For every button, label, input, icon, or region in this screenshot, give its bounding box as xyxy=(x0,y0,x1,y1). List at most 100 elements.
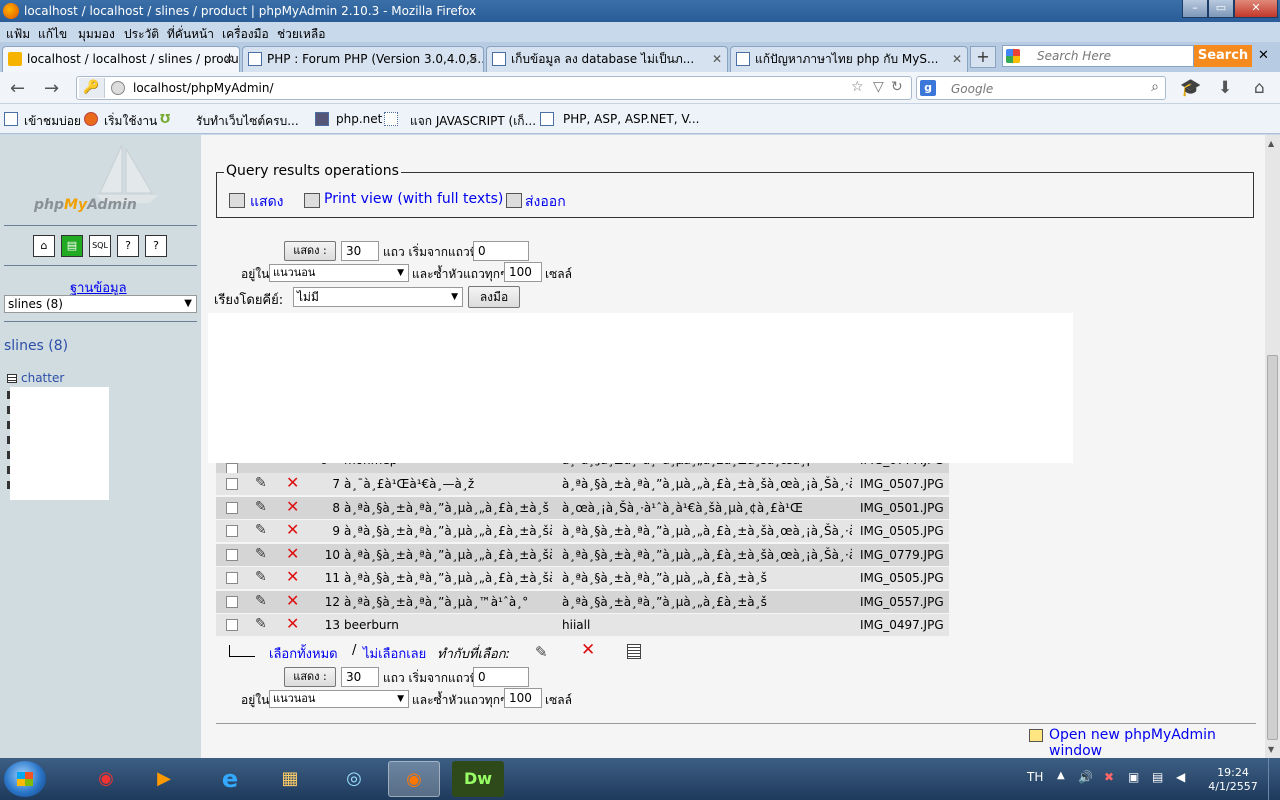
print-view-full-link[interactable]: Print view (with full texts) xyxy=(324,191,503,207)
language-indicator[interactable]: TH xyxy=(1027,770,1043,784)
google-search-box[interactable]: g Google ⌕ xyxy=(916,76,1166,100)
ie-taskbar-icon[interactable]: e xyxy=(204,761,256,797)
bookmark-php-net[interactable]: php.net xyxy=(336,112,382,126)
delete-icon[interactable]: ✕ xyxy=(286,497,299,517)
database-select[interactable]: slines (8) ▼ xyxy=(4,295,197,313)
tray-app-icon[interactable]: ▣ xyxy=(1128,770,1139,784)
minimize-button[interactable]: – xyxy=(1182,0,1208,18)
open-new-window-link[interactable]: Open new phpMyAdmin window xyxy=(1049,727,1265,759)
dreamweaver-taskbar-icon[interactable]: Dw xyxy=(452,761,504,797)
edit-pencil-icon[interactable]: ✎ xyxy=(255,569,267,585)
phpmyadmin-logo[interactable]: phpMyAdmin xyxy=(34,197,137,213)
display-mode-select[interactable]: แนวนอน ▼ xyxy=(269,264,409,282)
bookmark-javascript[interactable]: แจก JAVASCRIPT (เก็... xyxy=(410,112,536,131)
reload-icon[interactable]: ↻ xyxy=(891,79,903,95)
check-all-link[interactable]: เลือกทั้งหมด xyxy=(269,643,338,664)
network-icon[interactable]: ✖ xyxy=(1104,770,1114,784)
start-row-input[interactable]: 0 xyxy=(473,241,529,261)
row-checkbox[interactable] xyxy=(226,548,238,561)
row-checkbox[interactable] xyxy=(226,478,238,490)
scroll-up-icon[interactable]: ▲ xyxy=(1268,139,1274,148)
maximize-button[interactable]: ▭ xyxy=(1208,0,1234,18)
tray-app-icon[interactable]: ▤ xyxy=(1152,770,1163,784)
volume-icon[interactable]: 🔊 xyxy=(1078,770,1093,784)
back-button[interactable]: ← xyxy=(10,78,25,99)
tab-close-icon[interactable]: ✕ xyxy=(952,47,962,71)
bookmark-most-visited[interactable]: เข้าชมบ่อย xyxy=(24,112,81,131)
repeat-headers-input[interactable]: 100 xyxy=(504,262,542,282)
firefox-taskbar-icon[interactable]: ◉ xyxy=(388,761,440,797)
clock[interactable]: 19:24 4/1/2557 xyxy=(1205,766,1261,794)
delete-selected-icon[interactable]: ✕ xyxy=(581,640,595,660)
display-mode-select[interactable]: แนวนอน ▼ xyxy=(269,690,409,708)
download-icon[interactable]: ⬇ xyxy=(1218,78,1232,98)
uncheck-all-link[interactable]: ไม่เลือกเลย xyxy=(363,643,426,664)
edit-pencil-icon[interactable]: ✎ xyxy=(255,546,267,562)
media-player-taskbar-icon[interactable]: ▶ xyxy=(138,761,190,797)
edit-pencil-icon[interactable]: ✎ xyxy=(255,522,267,538)
tab-phpmyadmin[interactable]: localhost / localhost / slines / produ..… xyxy=(2,46,240,72)
scrollbar-thumb[interactable] xyxy=(1267,355,1278,740)
edit-selected-pencil-icon[interactable]: ✎ xyxy=(535,643,548,661)
webcam-taskbar-icon[interactable]: ◎ xyxy=(328,761,380,797)
sort-key-select[interactable]: ไม่มี ▼ xyxy=(293,287,463,307)
tab-forum-php[interactable]: PHP : Forum PHP (Version 3.0,4.0,5.... ✕ xyxy=(242,46,484,72)
home-icon[interactable]: ⌂ xyxy=(33,235,55,257)
scroll-down-icon[interactable]: ▼ xyxy=(1268,745,1274,754)
edit-pencil-icon[interactable]: ✎ xyxy=(255,499,267,515)
show-rows-button[interactable]: แสดง : xyxy=(284,667,336,687)
bookmark-web-service[interactable]: รับทำเว็บไซต์ครบ... xyxy=(196,112,299,131)
new-tab-button[interactable]: + xyxy=(970,46,996,68)
url-bar[interactable]: 🔑 localhost/phpMyAdmin/ ☆ ▽ ↻ xyxy=(76,76,912,100)
delete-icon[interactable]: ✕ xyxy=(286,614,299,634)
query-window-icon[interactable]: ▤ xyxy=(61,235,83,257)
go-button[interactable]: ลงมือ xyxy=(468,286,520,308)
edit-pencil-icon[interactable]: ✎ xyxy=(255,593,267,609)
rows-count-input[interactable]: 30 xyxy=(341,667,379,687)
start-button[interactable] xyxy=(4,761,46,797)
delete-icon[interactable]: ✕ xyxy=(286,567,299,587)
row-checkbox[interactable] xyxy=(226,572,238,584)
home-icon[interactable]: ⌂ xyxy=(1254,78,1265,98)
row-checkbox[interactable] xyxy=(226,595,238,608)
table-link-chatter[interactable]: chatter xyxy=(7,371,64,385)
row-checkbox[interactable] xyxy=(226,619,238,631)
current-database-link[interactable]: slines (8) xyxy=(4,338,68,354)
tab-close-icon[interactable]: ✕ xyxy=(224,47,234,71)
show-hidden-icons-icon[interactable]: ▲ xyxy=(1057,770,1065,781)
delete-icon[interactable]: ✕ xyxy=(286,591,299,611)
toolbar-search-box[interactable]: Search Here xyxy=(1002,45,1194,67)
start-row-input[interactable]: 0 xyxy=(473,667,529,687)
delete-icon[interactable]: ✕ xyxy=(286,544,299,564)
bookmark-php-asp[interactable]: PHP, ASP, ASP.NET, V... xyxy=(563,112,699,126)
edit-pencil-icon[interactable]: ✎ xyxy=(255,616,267,632)
close-window-button[interactable]: ✕ xyxy=(1234,0,1278,18)
delete-icon[interactable]: ✕ xyxy=(286,473,299,493)
export-link[interactable]: ส่งออก xyxy=(525,191,566,213)
site-identity-icon[interactable]: 🔑 xyxy=(79,78,105,98)
google-icon[interactable]: g xyxy=(920,80,936,96)
sql-icon[interactable]: SQL xyxy=(89,235,111,257)
delete-icon[interactable]: ✕ xyxy=(286,520,299,540)
close-tab-icon[interactable]: ✕ xyxy=(1258,48,1269,63)
chrome-taskbar-icon[interactable]: ◉ xyxy=(80,761,132,797)
toolbar-search-button[interactable]: Search xyxy=(1194,45,1252,67)
help-icon[interactable]: ? xyxy=(145,235,167,257)
print-link[interactable]: แสดง xyxy=(250,191,284,213)
addon-hat-icon[interactable]: 🎓 xyxy=(1180,78,1201,98)
docs-icon[interactable]: ? xyxy=(117,235,139,257)
explorer-taskbar-icon[interactable]: ▦ xyxy=(264,761,316,797)
tab-thai-database[interactable]: เก็บข้อมูล ลง database ไม่เป็นภ... ✕ xyxy=(486,46,728,72)
u-bookmark-icon[interactable]: Ʊ xyxy=(160,112,170,126)
show-desktop-button[interactable] xyxy=(1268,758,1280,800)
rows-count-input[interactable]: 30 xyxy=(341,241,379,261)
url-dropdown-icon[interactable]: ▽ xyxy=(873,79,884,95)
row-checkbox[interactable] xyxy=(226,501,238,514)
export-selected-icon[interactable] xyxy=(627,644,641,659)
repeat-headers-input[interactable]: 100 xyxy=(504,688,542,708)
tray-speaker-icon[interactable]: ◀ xyxy=(1176,770,1185,784)
tab-thai-mysql[interactable]: แก้ปัญหาภาษาไทย php กับ MyS... ✕ xyxy=(730,46,968,72)
forward-button[interactable]: → xyxy=(44,78,59,99)
tab-close-icon[interactable]: ✕ xyxy=(468,47,478,71)
row-checkbox[interactable] xyxy=(226,525,238,537)
